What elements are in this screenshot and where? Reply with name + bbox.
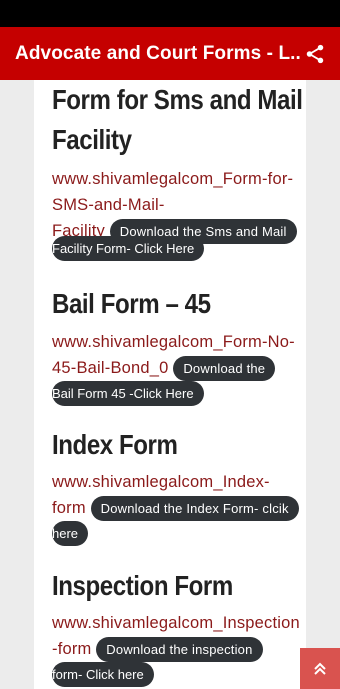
- form-link[interactable]: www.shivamlegalcom_Index- form Download …: [52, 469, 304, 522]
- share-button[interactable]: [300, 39, 330, 69]
- download-button-line2[interactable]: form- Click here: [52, 662, 154, 687]
- form-section: Form for Sms and Mail Facility www.shiva…: [52, 80, 304, 261]
- download-button[interactable]: Download the: [173, 356, 276, 381]
- form-heading: Form for Sms and Mail Facility: [52, 84, 303, 155]
- form-link[interactable]: www.shivamlegalcom_Form-for- SMS-and-Mai…: [52, 166, 304, 245]
- download-button-line2[interactable]: Facility Form- Click Here: [52, 236, 205, 261]
- download-button-line2[interactable]: here: [52, 521, 89, 546]
- download-button-line2[interactable]: Bail Form 45 -Click Here: [52, 381, 204, 406]
- app-bar: Advocate and Court Forms - L...: [0, 27, 340, 80]
- form-heading: Inspection Form: [52, 570, 233, 601]
- form-section: Inspection Form www.shivamlegalcom_Inspe…: [52, 566, 304, 687]
- article-content: Form for Sms and Mail Facility www.shiva…: [34, 80, 306, 689]
- form-link[interactable]: www.shivamlegalcom_Inspection -form Down…: [52, 610, 304, 663]
- status-bar: [0, 0, 340, 27]
- app-title: Advocate and Court Forms - L...: [15, 42, 300, 64]
- scroll-to-top-button[interactable]: [300, 648, 340, 689]
- download-button[interactable]: Download the Index Form- clcik: [90, 496, 299, 521]
- share-icon: [306, 44, 324, 63]
- chevron-double-up-icon: [314, 662, 326, 675]
- form-link[interactable]: www.shivamlegalcom_Form-No- 45-Bail-Bond…: [52, 329, 304, 382]
- form-heading: Bail Form – 45: [52, 288, 211, 319]
- form-heading: Index Form: [52, 429, 178, 460]
- form-section: Bail Form – 45 www.shivamlegalcom_Form-N…: [52, 284, 304, 406]
- form-section: Index Form www.shivamlegalcom_Index- for…: [52, 425, 304, 546]
- download-button[interactable]: Download the inspection: [96, 637, 263, 662]
